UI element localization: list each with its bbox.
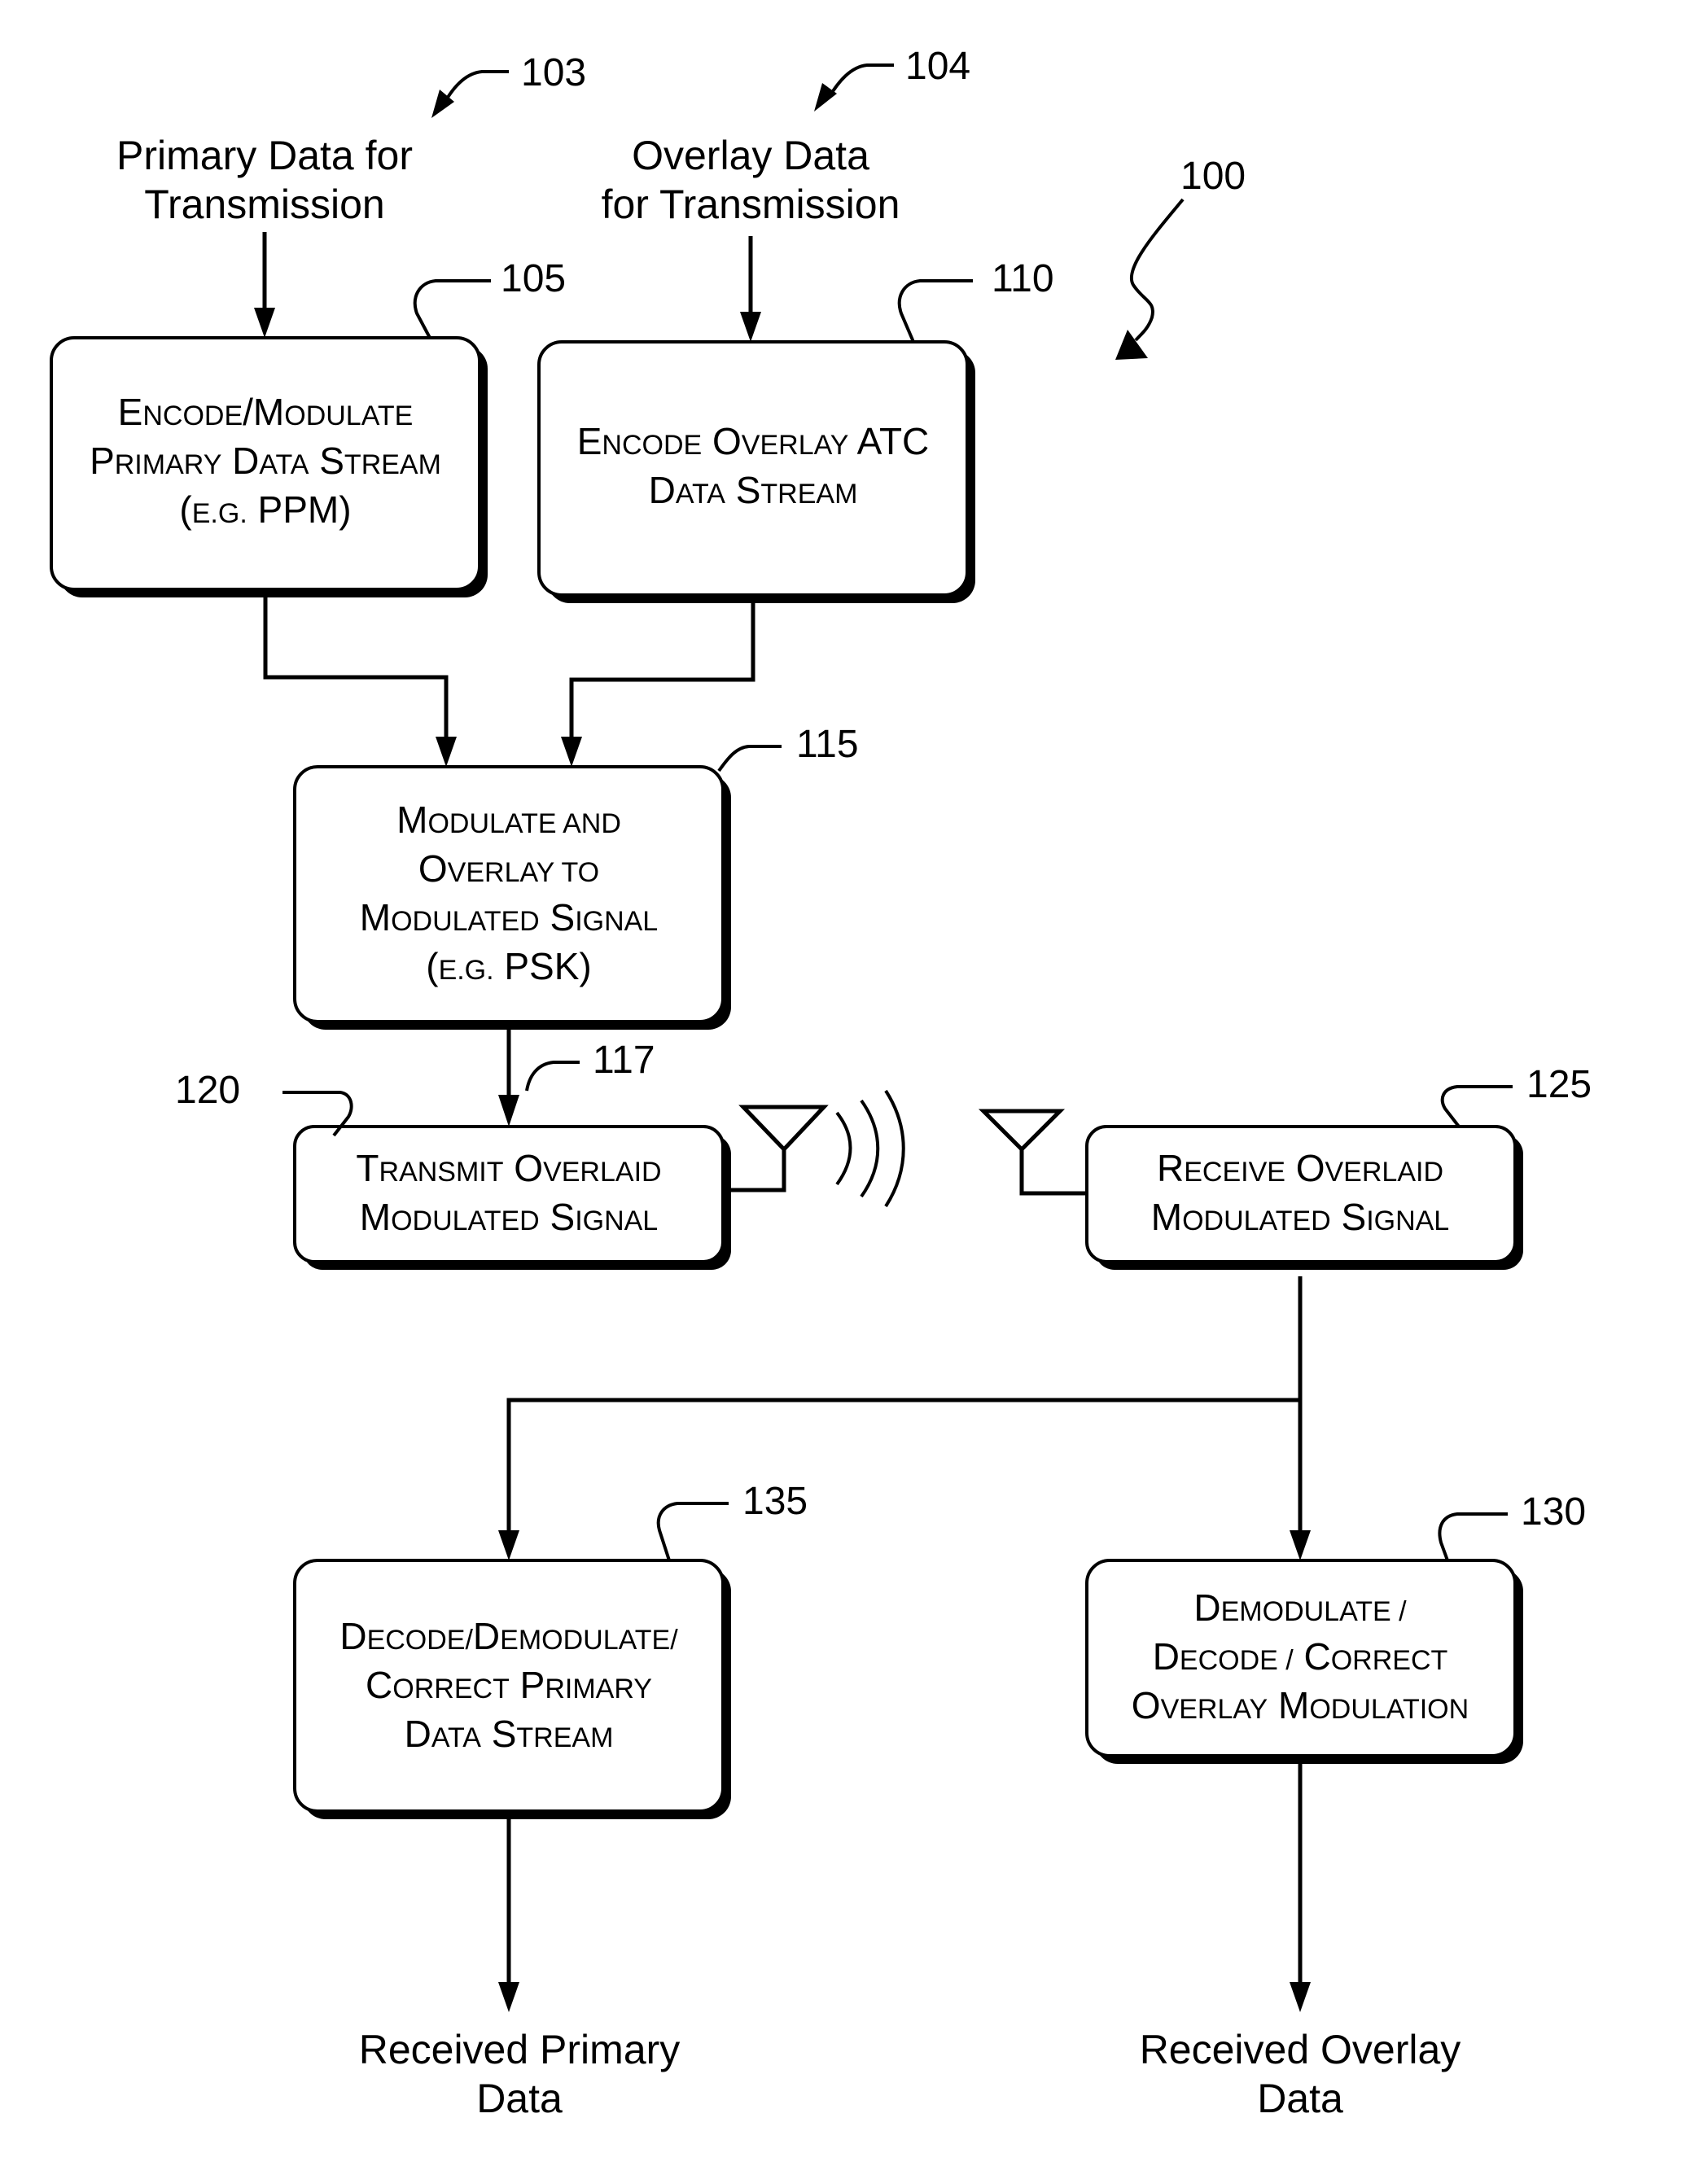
output-overlay-line1: Received Overlay: [1140, 2027, 1461, 2072]
output-overlay-line2: Data: [1257, 2076, 1343, 2121]
arrowhead-to-130: [1290, 1530, 1311, 1560]
ref-104-arrowhead: [814, 83, 837, 112]
ref-115: 115: [796, 723, 859, 766]
block-transmit[interactable]: TRANSMIT OVERLAID MODULATED SIGNAL: [293, 1125, 731, 1270]
block-receive[interactable]: RECEIVE OVERLAID MODULATED SIGNAL: [1085, 1125, 1523, 1270]
ref-135-leader: [656, 1502, 729, 1561]
output-primary-line2: Data: [476, 2076, 563, 2121]
receive-antenna-icon: [978, 1109, 1087, 1196]
ref-117: 117: [593, 1039, 655, 1082]
block-demod-overlay[interactable]: DEMODULATE / DECODE / CORRECT OVERLAY MO…: [1085, 1559, 1523, 1764]
ref-120: 120: [175, 1069, 240, 1112]
arrowhead-115-to-120: [498, 1095, 519, 1127]
arrowhead-primary-input: [254, 308, 275, 338]
ref-125-leader: [1440, 1085, 1513, 1128]
arrowhead-110-to-115: [561, 737, 582, 767]
ref-104-leader: [827, 63, 894, 99]
block-encode-primary[interactable]: ENCODE/MODULATE PRIMARY DATA STREAM (E.G…: [50, 336, 488, 597]
input-overlay-line1: Overlay Data: [632, 133, 869, 178]
connector-105-to-115: [263, 597, 449, 741]
ref-110: 110: [992, 257, 1054, 300]
input-overlay-line2: for Transmission: [602, 182, 900, 227]
ref-105: 105: [501, 257, 566, 300]
transmit-antenna-icon: [723, 1089, 905, 1208]
block-decode-primary[interactable]: DECODE/DEMODULATE/ CORRECT PRIMARY DATA …: [293, 1559, 731, 1819]
arrowhead-overlay-output: [1290, 1982, 1311, 2012]
block-diagram: 100 103 Primary Data for Transmission 10…: [50, 45, 1592, 2121]
ref-115-leader: [717, 745, 782, 772]
block-modulate-overlay[interactable]: MODULATE AND OVERLAY TO MODULATED SIGNAL…: [293, 765, 731, 1030]
ref-135: 135: [742, 1480, 808, 1523]
arrowhead-overlay-input: [740, 312, 761, 342]
connector-110-to-115: [569, 603, 755, 741]
ref-104: 104: [905, 45, 970, 88]
output-primary-line1: Received Primary: [359, 2027, 681, 2072]
ref-125: 125: [1526, 1063, 1592, 1106]
input-primary-line2: Transmission: [144, 182, 384, 227]
ref-110-leader: [897, 279, 973, 343]
ref-103: 103: [521, 51, 586, 94]
connector-125-to-135: [506, 1398, 1300, 1534]
block-encode-overlay[interactable]: ENCODE OVERLAY ATC DATA STREAM: [537, 340, 975, 603]
arrowhead-105-to-115: [436, 737, 457, 767]
ref-105-leader: [413, 279, 491, 339]
ref-117-leader: [525, 1061, 580, 1092]
arrowhead-primary-output: [498, 1982, 519, 2012]
input-primary-line1: Primary Data for: [116, 133, 413, 178]
ref-103-leader: [442, 70, 509, 105]
ref-100: 100: [1180, 155, 1246, 198]
ref-130-leader: [1438, 1512, 1508, 1561]
ref-130: 130: [1521, 1490, 1586, 1534]
arrowhead-to-135: [498, 1530, 519, 1560]
radio-waves-icon: [835, 1111, 852, 1186]
ref-100-leader: [1130, 198, 1185, 342]
